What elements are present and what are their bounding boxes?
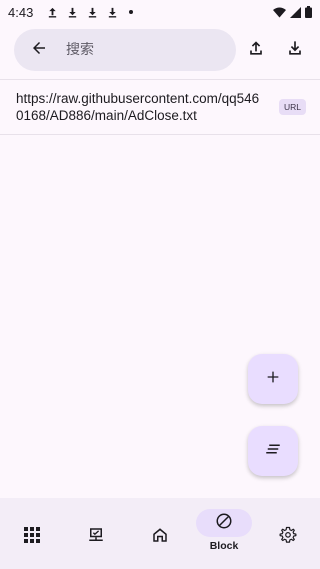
upload-arrow-icon: [47, 7, 58, 18]
settings-gear-icon: [279, 526, 297, 549]
home-icon: [151, 526, 169, 549]
list-item-url: https://raw.githubusercontent.com/qq5460…: [16, 91, 260, 123]
nav-item-checklist[interactable]: [64, 498, 128, 569]
wifi-icon: [273, 7, 286, 18]
type-badge: URL: [278, 99, 306, 115]
upload-icon: [246, 38, 266, 63]
status-bar: 4:43: [0, 0, 320, 24]
nav-item-settings[interactable]: [256, 498, 320, 569]
search-bar[interactable]: [14, 29, 236, 71]
dot-icon: [129, 10, 134, 14]
sort-lines-icon: [264, 440, 282, 463]
battery-icon: [305, 6, 312, 18]
add-button[interactable]: [248, 354, 298, 404]
bottom-navigation: Block: [0, 498, 320, 569]
top-app-bar: [0, 24, 320, 78]
list-item[interactable]: https://raw.githubusercontent.com/qq5460…: [0, 80, 320, 134]
apps-grid-icon: [24, 526, 40, 548]
nav-label-block: Block: [209, 540, 239, 552]
sort-button[interactable]: [248, 426, 298, 476]
checklist-monitor-icon: [87, 526, 105, 549]
plus-icon: [265, 369, 281, 390]
download-arrow-icon: [87, 7, 98, 18]
download-arrow-icon: [67, 7, 78, 18]
status-time: 4:43: [8, 4, 34, 20]
nav-item-home[interactable]: [128, 498, 192, 569]
notification-icons: [47, 7, 134, 18]
nav-item-block[interactable]: Block: [192, 498, 256, 569]
download-button[interactable]: [281, 36, 309, 64]
block-icon: [215, 512, 233, 535]
arrow-back-icon: [30, 39, 48, 62]
divider: [0, 134, 320, 135]
signal-icon: [290, 6, 301, 18]
download-arrow-icon: [107, 7, 118, 18]
system-status-icons: [273, 6, 312, 18]
upload-button[interactable]: [242, 36, 270, 64]
search-input[interactable]: [66, 42, 216, 58]
nav-item-apps[interactable]: [0, 498, 64, 569]
download-icon: [285, 38, 305, 63]
back-button[interactable]: [18, 29, 60, 71]
